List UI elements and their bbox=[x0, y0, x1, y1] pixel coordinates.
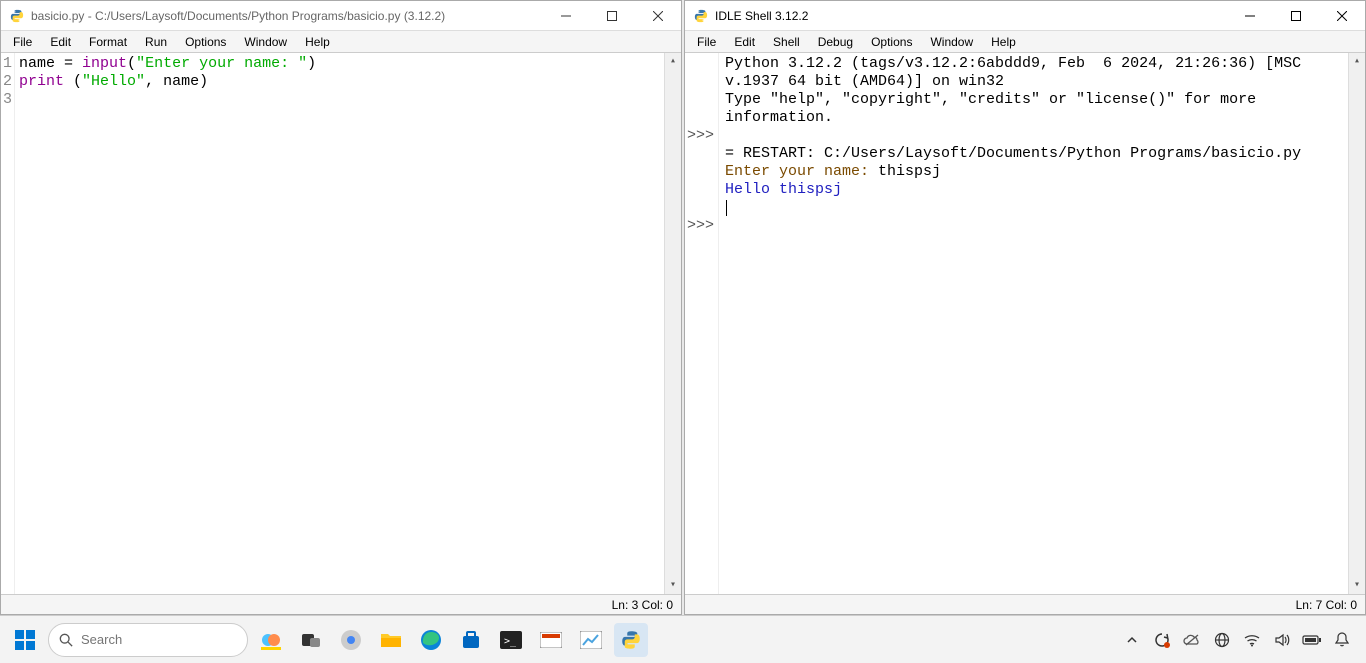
menu-window[interactable]: Window bbox=[922, 33, 981, 51]
tray-volume-icon[interactable] bbox=[1272, 630, 1292, 650]
python-file-icon bbox=[693, 8, 709, 24]
python-file-icon bbox=[9, 8, 25, 24]
shell-scrollbar[interactable]: ▴ ▾ bbox=[1348, 53, 1365, 594]
code-line-1[interactable]: name = input("Enter your name: ") bbox=[19, 55, 664, 73]
scroll-up-icon[interactable]: ▴ bbox=[665, 53, 681, 70]
code-area[interactable]: name = input("Enter your name: ")print (… bbox=[15, 53, 664, 594]
python-banner-help: Type "help", "copyright", "credits" or "… bbox=[725, 91, 1265, 126]
shell-output-area[interactable]: Python 3.12.2 (tags/v3.12.2:6abddd9, Feb… bbox=[719, 53, 1348, 594]
line-number-gutter: 123 bbox=[1, 53, 15, 594]
editor-menubar: File Edit Format Run Options Window Help bbox=[1, 31, 681, 53]
menu-file[interactable]: File bbox=[5, 33, 40, 51]
taskbar-explorer[interactable] bbox=[374, 623, 408, 657]
scroll-down-icon[interactable]: ▾ bbox=[665, 577, 681, 594]
scroll-down-icon[interactable]: ▾ bbox=[1349, 577, 1365, 594]
svg-text:>_: >_ bbox=[504, 636, 517, 647]
editor-title-text: basicio.py - C:/Users/Laysoft/Documents/… bbox=[31, 9, 543, 23]
close-button[interactable] bbox=[635, 1, 681, 30]
search-input[interactable] bbox=[81, 632, 257, 647]
menu-file[interactable]: File bbox=[689, 33, 724, 51]
taskbar-copilot[interactable] bbox=[254, 623, 288, 657]
code-line-2[interactable]: print ("Hello", name) bbox=[19, 73, 664, 91]
restart-line: = RESTART: C:/Users/Laysoft/Documents/Py… bbox=[725, 145, 1301, 162]
windows-taskbar[interactable]: >_ bbox=[0, 615, 1366, 663]
menu-help[interactable]: Help bbox=[297, 33, 338, 51]
shell-cursor-pos: Ln: 7 Col: 0 bbox=[1296, 598, 1357, 612]
system-tray[interactable] bbox=[1122, 630, 1358, 650]
menu-format[interactable]: Format bbox=[81, 33, 135, 51]
shell-prompt-gutter: >>> >>> bbox=[685, 53, 719, 594]
menu-debug[interactable]: Debug bbox=[810, 33, 861, 51]
menu-edit[interactable]: Edit bbox=[726, 33, 763, 51]
menu-edit[interactable]: Edit bbox=[42, 33, 79, 51]
tray-notifications-icon[interactable] bbox=[1332, 630, 1352, 650]
maximize-button[interactable] bbox=[1273, 1, 1319, 30]
minimize-button[interactable] bbox=[543, 1, 589, 30]
tray-wifi-icon[interactable] bbox=[1242, 630, 1262, 650]
input-prompt-text: Enter your name: bbox=[725, 163, 878, 180]
editor-cursor-pos: Ln: 3 Col: 0 bbox=[612, 598, 673, 612]
editor-body[interactable]: 123 name = input("Enter your name: ")pri… bbox=[1, 53, 681, 594]
editor-scrollbar[interactable]: ▴ ▾ bbox=[664, 53, 681, 594]
shell-body[interactable]: >>> >>> Python 3.12.2 (tags/v3.12.2:6abd… bbox=[685, 53, 1365, 594]
start-button[interactable] bbox=[8, 623, 42, 657]
user-input: thispsj bbox=[878, 163, 941, 180]
menu-options[interactable]: Options bbox=[177, 33, 234, 51]
taskbar-app-1[interactable] bbox=[534, 623, 568, 657]
taskbar-chrome[interactable] bbox=[334, 623, 368, 657]
shell-window: IDLE Shell 3.12.2 File Edit Shell Debug … bbox=[684, 0, 1366, 615]
menu-options[interactable]: Options bbox=[863, 33, 920, 51]
tray-chevron-icon[interactable] bbox=[1122, 630, 1142, 650]
python-banner: Python 3.12.2 (tags/v3.12.2:6abddd9, Feb… bbox=[725, 55, 1310, 90]
shell-titlebar[interactable]: IDLE Shell 3.12.2 bbox=[685, 1, 1365, 31]
tray-sync-icon[interactable] bbox=[1152, 630, 1172, 650]
scroll-up-icon[interactable]: ▴ bbox=[1349, 53, 1365, 70]
tray-battery-icon[interactable] bbox=[1302, 630, 1322, 650]
tray-language-icon[interactable] bbox=[1212, 630, 1232, 650]
taskbar-idle-running[interactable] bbox=[614, 623, 648, 657]
close-button[interactable] bbox=[1319, 1, 1365, 30]
taskbar-app-2[interactable] bbox=[574, 623, 608, 657]
maximize-button[interactable] bbox=[589, 1, 635, 30]
shell-menubar: File Edit Shell Debug Options Window Hel… bbox=[685, 31, 1365, 53]
editor-titlebar[interactable]: basicio.py - C:/Users/Laysoft/Documents/… bbox=[1, 1, 681, 31]
shell-statusbar: Ln: 7 Col: 0 bbox=[685, 594, 1365, 614]
minimize-button[interactable] bbox=[1227, 1, 1273, 30]
menu-window[interactable]: Window bbox=[236, 33, 295, 51]
menu-run[interactable]: Run bbox=[137, 33, 175, 51]
menu-shell[interactable]: Shell bbox=[765, 33, 808, 51]
text-cursor bbox=[726, 200, 727, 216]
menu-help[interactable]: Help bbox=[983, 33, 1024, 51]
taskbar-taskview[interactable] bbox=[294, 623, 328, 657]
shell-title-text: IDLE Shell 3.12.2 bbox=[715, 9, 1227, 23]
tray-onedrive-icon[interactable] bbox=[1182, 630, 1202, 650]
editor-statusbar: Ln: 3 Col: 0 bbox=[1, 594, 681, 614]
program-output: Hello thispsj bbox=[725, 181, 842, 198]
taskbar-search[interactable] bbox=[48, 623, 248, 657]
taskbar-terminal[interactable]: >_ bbox=[494, 623, 528, 657]
taskbar-edge[interactable] bbox=[414, 623, 448, 657]
taskbar-store[interactable] bbox=[454, 623, 488, 657]
editor-window: basicio.py - C:/Users/Laysoft/Documents/… bbox=[0, 0, 682, 615]
search-icon bbox=[59, 633, 73, 647]
